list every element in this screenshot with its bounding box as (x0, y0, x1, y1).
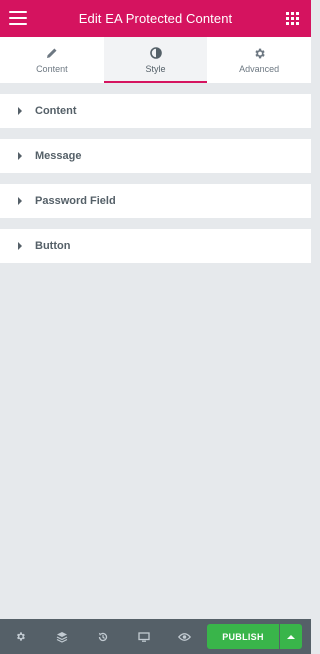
half-circle-icon (149, 46, 162, 60)
tab-style[interactable]: Style (103, 37, 208, 83)
section-label: Content (35, 105, 77, 117)
tab-advanced[interactable]: Advanced (207, 37, 311, 83)
section-password-field[interactable]: Password Field (0, 184, 311, 218)
tab-label: Content (36, 64, 68, 74)
section-message[interactable]: Message (0, 139, 311, 173)
responsive-desktop-icon[interactable] (123, 619, 164, 654)
tab-label: Advanced (239, 64, 280, 74)
section-label: Button (35, 240, 71, 252)
hamburger-menu-icon[interactable] (9, 11, 27, 25)
widgets-grid-icon[interactable] (286, 12, 299, 25)
pencil-icon (46, 46, 58, 60)
preview-eye-icon[interactable] (164, 619, 205, 654)
settings-icon[interactable] (0, 619, 41, 654)
tab-label: Style (145, 64, 166, 74)
caret-right-icon (18, 152, 22, 160)
history-icon[interactable] (82, 619, 123, 654)
panel-header: Edit EA Protected Content (0, 0, 311, 37)
navigator-layers-icon[interactable] (41, 619, 82, 654)
caret-right-icon (18, 242, 22, 250)
gear-icon (253, 46, 266, 60)
section-label: Password Field (35, 195, 116, 207)
section-label: Message (35, 150, 82, 162)
tab-content[interactable]: Content (0, 37, 104, 83)
caret-up-icon (287, 634, 295, 639)
panel-title: Edit EA Protected Content (78, 11, 233, 26)
section-button[interactable]: Button (0, 229, 311, 263)
caret-right-icon (18, 107, 22, 115)
publish-button[interactable]: PUBLISH (207, 624, 279, 649)
section-content[interactable]: Content (0, 94, 311, 128)
caret-right-icon (18, 197, 22, 205)
panel-tabs: Content Style Advanced (0, 37, 311, 84)
style-sections: Content Message Password Field Button (0, 94, 311, 274)
publish-options-button[interactable] (280, 624, 302, 649)
